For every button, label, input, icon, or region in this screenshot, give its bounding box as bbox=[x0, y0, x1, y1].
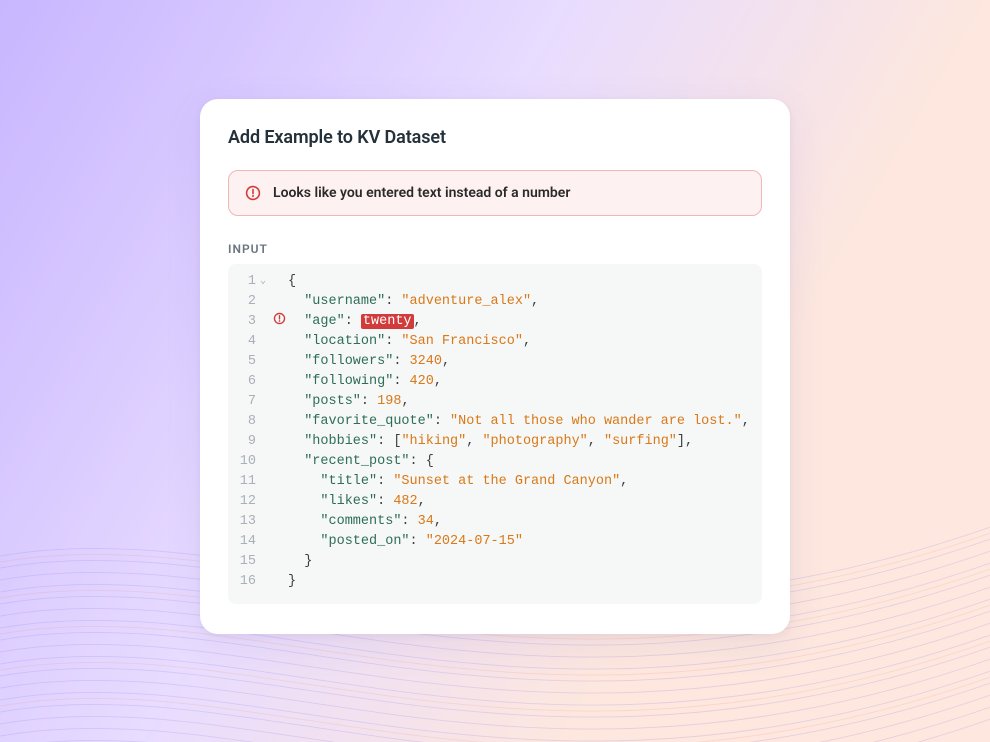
code-line[interactable]: 8 "favorite_quote": "Not all those who w… bbox=[234, 412, 752, 432]
line-number: 11 bbox=[234, 472, 256, 492]
line-error-icon bbox=[270, 312, 288, 325]
dialog-title: Add Example to KV Dataset bbox=[228, 127, 762, 148]
code-line[interactable]: 4 "location": "San Francisco", bbox=[234, 332, 752, 352]
line-number: 6 bbox=[234, 372, 256, 392]
code-line[interactable]: 12 "likes": 482, bbox=[234, 492, 752, 512]
fold-chevron-icon[interactable]: ⌄ bbox=[256, 272, 270, 292]
json-editor[interactable]: 1 ⌄ { 2 "username": "adventure_alex", 3 bbox=[228, 264, 762, 604]
line-number: 12 bbox=[234, 492, 256, 512]
code-line[interactable]: 14 "posted_on": "2024-07-15" bbox=[234, 532, 752, 552]
code-line[interactable]: 6 "following": 420, bbox=[234, 372, 752, 392]
line-number: 2 bbox=[234, 292, 256, 312]
line-number: 10 bbox=[234, 452, 256, 472]
line-number: 13 bbox=[234, 512, 256, 532]
code-line-error[interactable]: 3 "age": twenty, bbox=[234, 312, 752, 332]
line-number: 15 bbox=[234, 552, 256, 572]
line-number: 3 bbox=[234, 312, 256, 332]
code-line[interactable]: 16 } bbox=[234, 572, 752, 592]
code-line[interactable]: 9 "hobbies": ["hiking", "photography", "… bbox=[234, 432, 752, 452]
dialog-card: Add Example to KV Dataset Looks like you… bbox=[200, 99, 790, 634]
code-line[interactable]: 10 "recent_post": { bbox=[234, 452, 752, 472]
code-line[interactable]: 7 "posts": 198, bbox=[234, 392, 752, 412]
line-number: 8 bbox=[234, 412, 256, 432]
line-number: 9 bbox=[234, 432, 256, 452]
line-number: 16 bbox=[234, 572, 256, 592]
code-line[interactable]: 5 "followers": 3240, bbox=[234, 352, 752, 372]
error-alert-text: Looks like you entered text instead of a… bbox=[273, 185, 570, 201]
line-number: 5 bbox=[234, 352, 256, 372]
code-line[interactable]: 11 "title": "Sunset at the Grand Canyon"… bbox=[234, 472, 752, 492]
error-token: twenty bbox=[361, 314, 414, 329]
error-alert: Looks like you entered text instead of a… bbox=[228, 170, 762, 216]
code-line[interactable]: 2 "username": "adventure_alex", bbox=[234, 292, 752, 312]
code-line[interactable]: 15 } bbox=[234, 552, 752, 572]
alert-error-icon bbox=[245, 185, 261, 201]
page-background: Add Example to KV Dataset Looks like you… bbox=[0, 0, 990, 742]
line-number: 14 bbox=[234, 532, 256, 552]
code-line[interactable]: 13 "comments": 34, bbox=[234, 512, 752, 532]
input-section-label: INPUT bbox=[228, 242, 762, 256]
line-number: 4 bbox=[234, 332, 256, 352]
line-number: 7 bbox=[234, 392, 256, 412]
code-line[interactable]: 1 ⌄ { bbox=[234, 272, 752, 292]
line-number: 1 bbox=[234, 272, 256, 292]
